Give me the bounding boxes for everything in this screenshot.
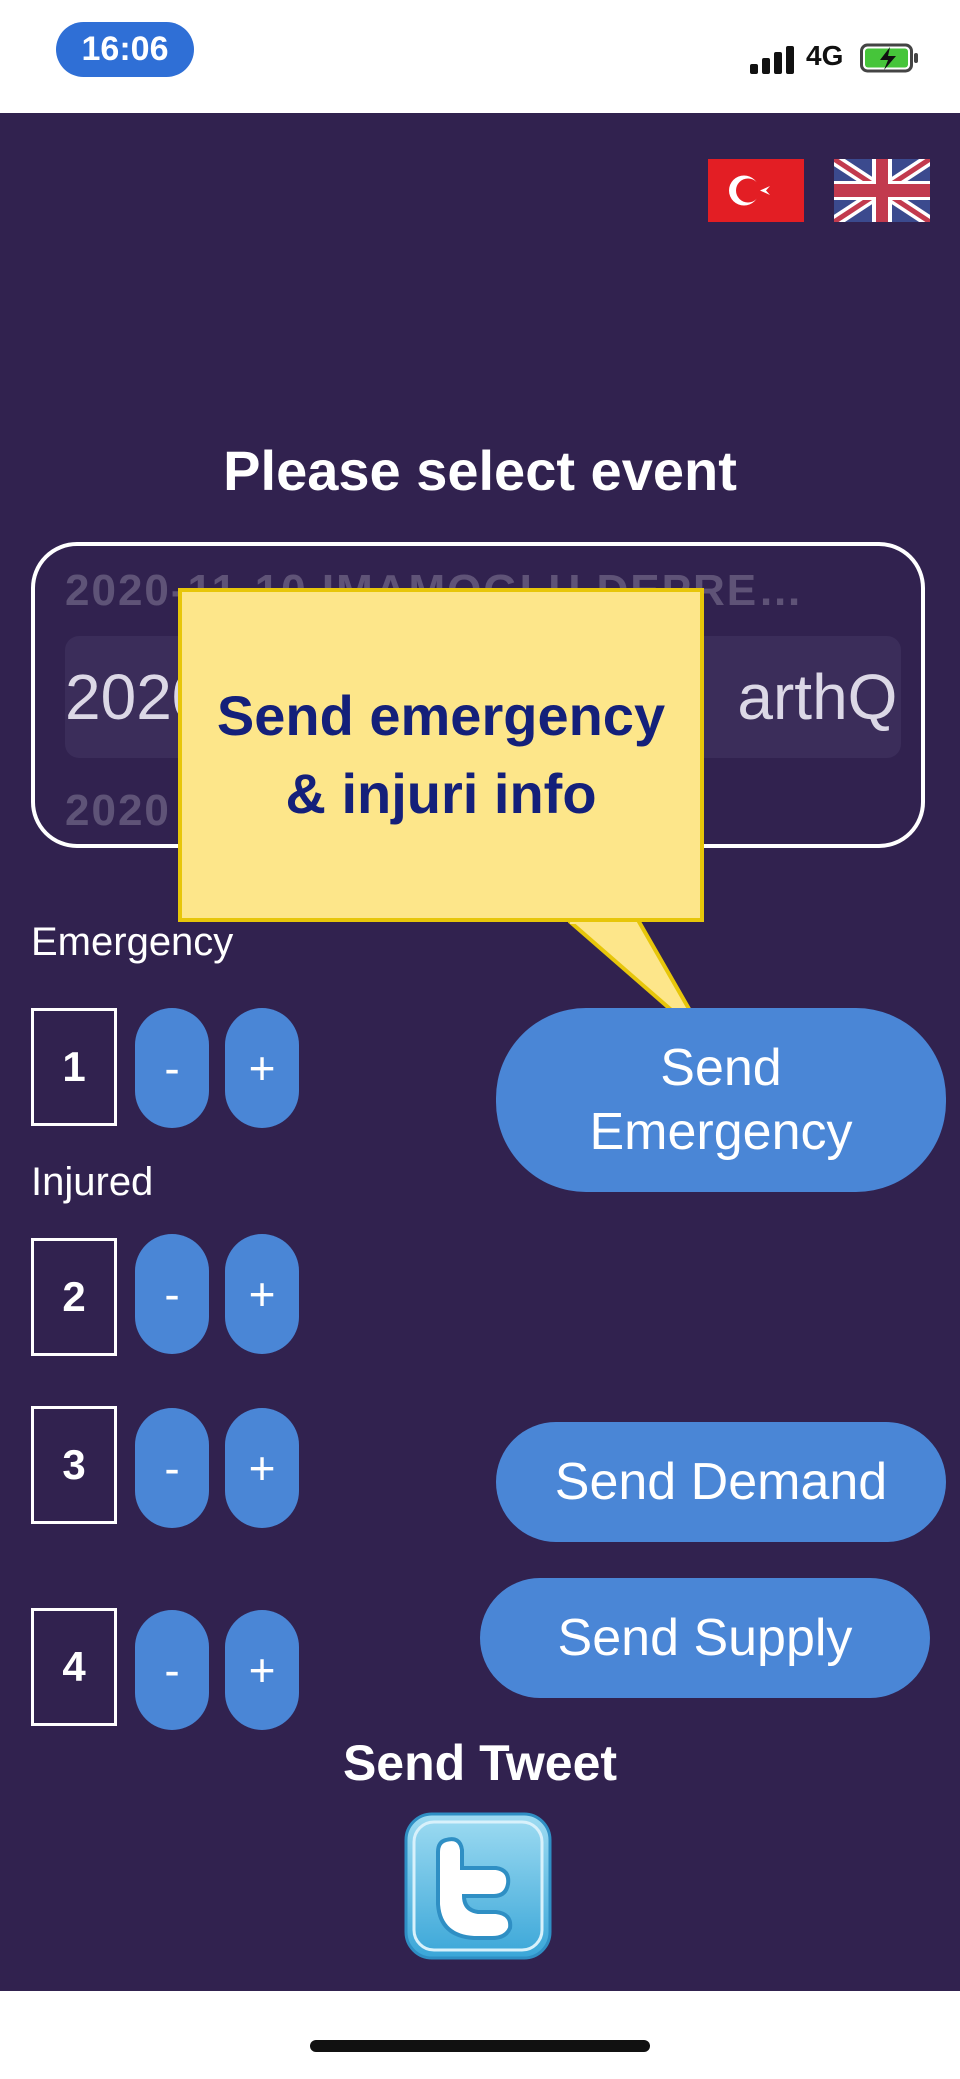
counter-3-increment-button[interactable]: + <box>225 1408 299 1528</box>
emergency-count: 1 <box>31 1008 117 1126</box>
turkish-flag-icon[interactable] <box>708 159 804 222</box>
emergency-decrement-button[interactable]: - <box>135 1008 209 1128</box>
home-indicator <box>310 2040 650 2052</box>
battery-charging-icon <box>860 43 918 73</box>
injured-label: Injured <box>31 1160 154 1204</box>
page-title: Please select event <box>223 439 737 502</box>
send-emergency-button[interactable]: Send Emergency <box>496 1008 946 1192</box>
counter-3: 3 <box>31 1406 117 1524</box>
uk-flag-icon[interactable] <box>834 159 930 222</box>
status-bar: 16:06 4G <box>0 0 960 113</box>
counter-3-decrement-button[interactable]: - <box>135 1408 209 1528</box>
injured-decrement-button[interactable]: - <box>135 1234 209 1354</box>
send-tweet-label: Send Tweet <box>342 1735 618 1791</box>
emergency-label: Emergency <box>31 920 234 964</box>
counter-4-decrement-button[interactable]: - <box>135 1610 209 1730</box>
send-demand-button[interactable]: Send Demand <box>496 1422 946 1542</box>
send-supply-button[interactable]: Send Supply <box>480 1578 930 1698</box>
counter-4: 4 <box>31 1608 117 1726</box>
injured-count: 2 <box>31 1238 117 1356</box>
emergency-increment-button[interactable]: + <box>225 1008 299 1128</box>
counter-4-increment-button[interactable]: + <box>225 1610 299 1730</box>
send-emergency-label: Send Emergency <box>589 1039 853 1161</box>
network-type: 4G <box>806 40 844 71</box>
status-time: 16:06 <box>56 22 194 77</box>
twitter-icon[interactable] <box>404 1812 552 1960</box>
signal-icon <box>750 44 798 74</box>
picker-selected-right: arthQ… <box>737 661 901 733</box>
injured-increment-button[interactable]: + <box>225 1234 299 1354</box>
tooltip-callout: Send emergency & injuri info <box>178 588 704 922</box>
